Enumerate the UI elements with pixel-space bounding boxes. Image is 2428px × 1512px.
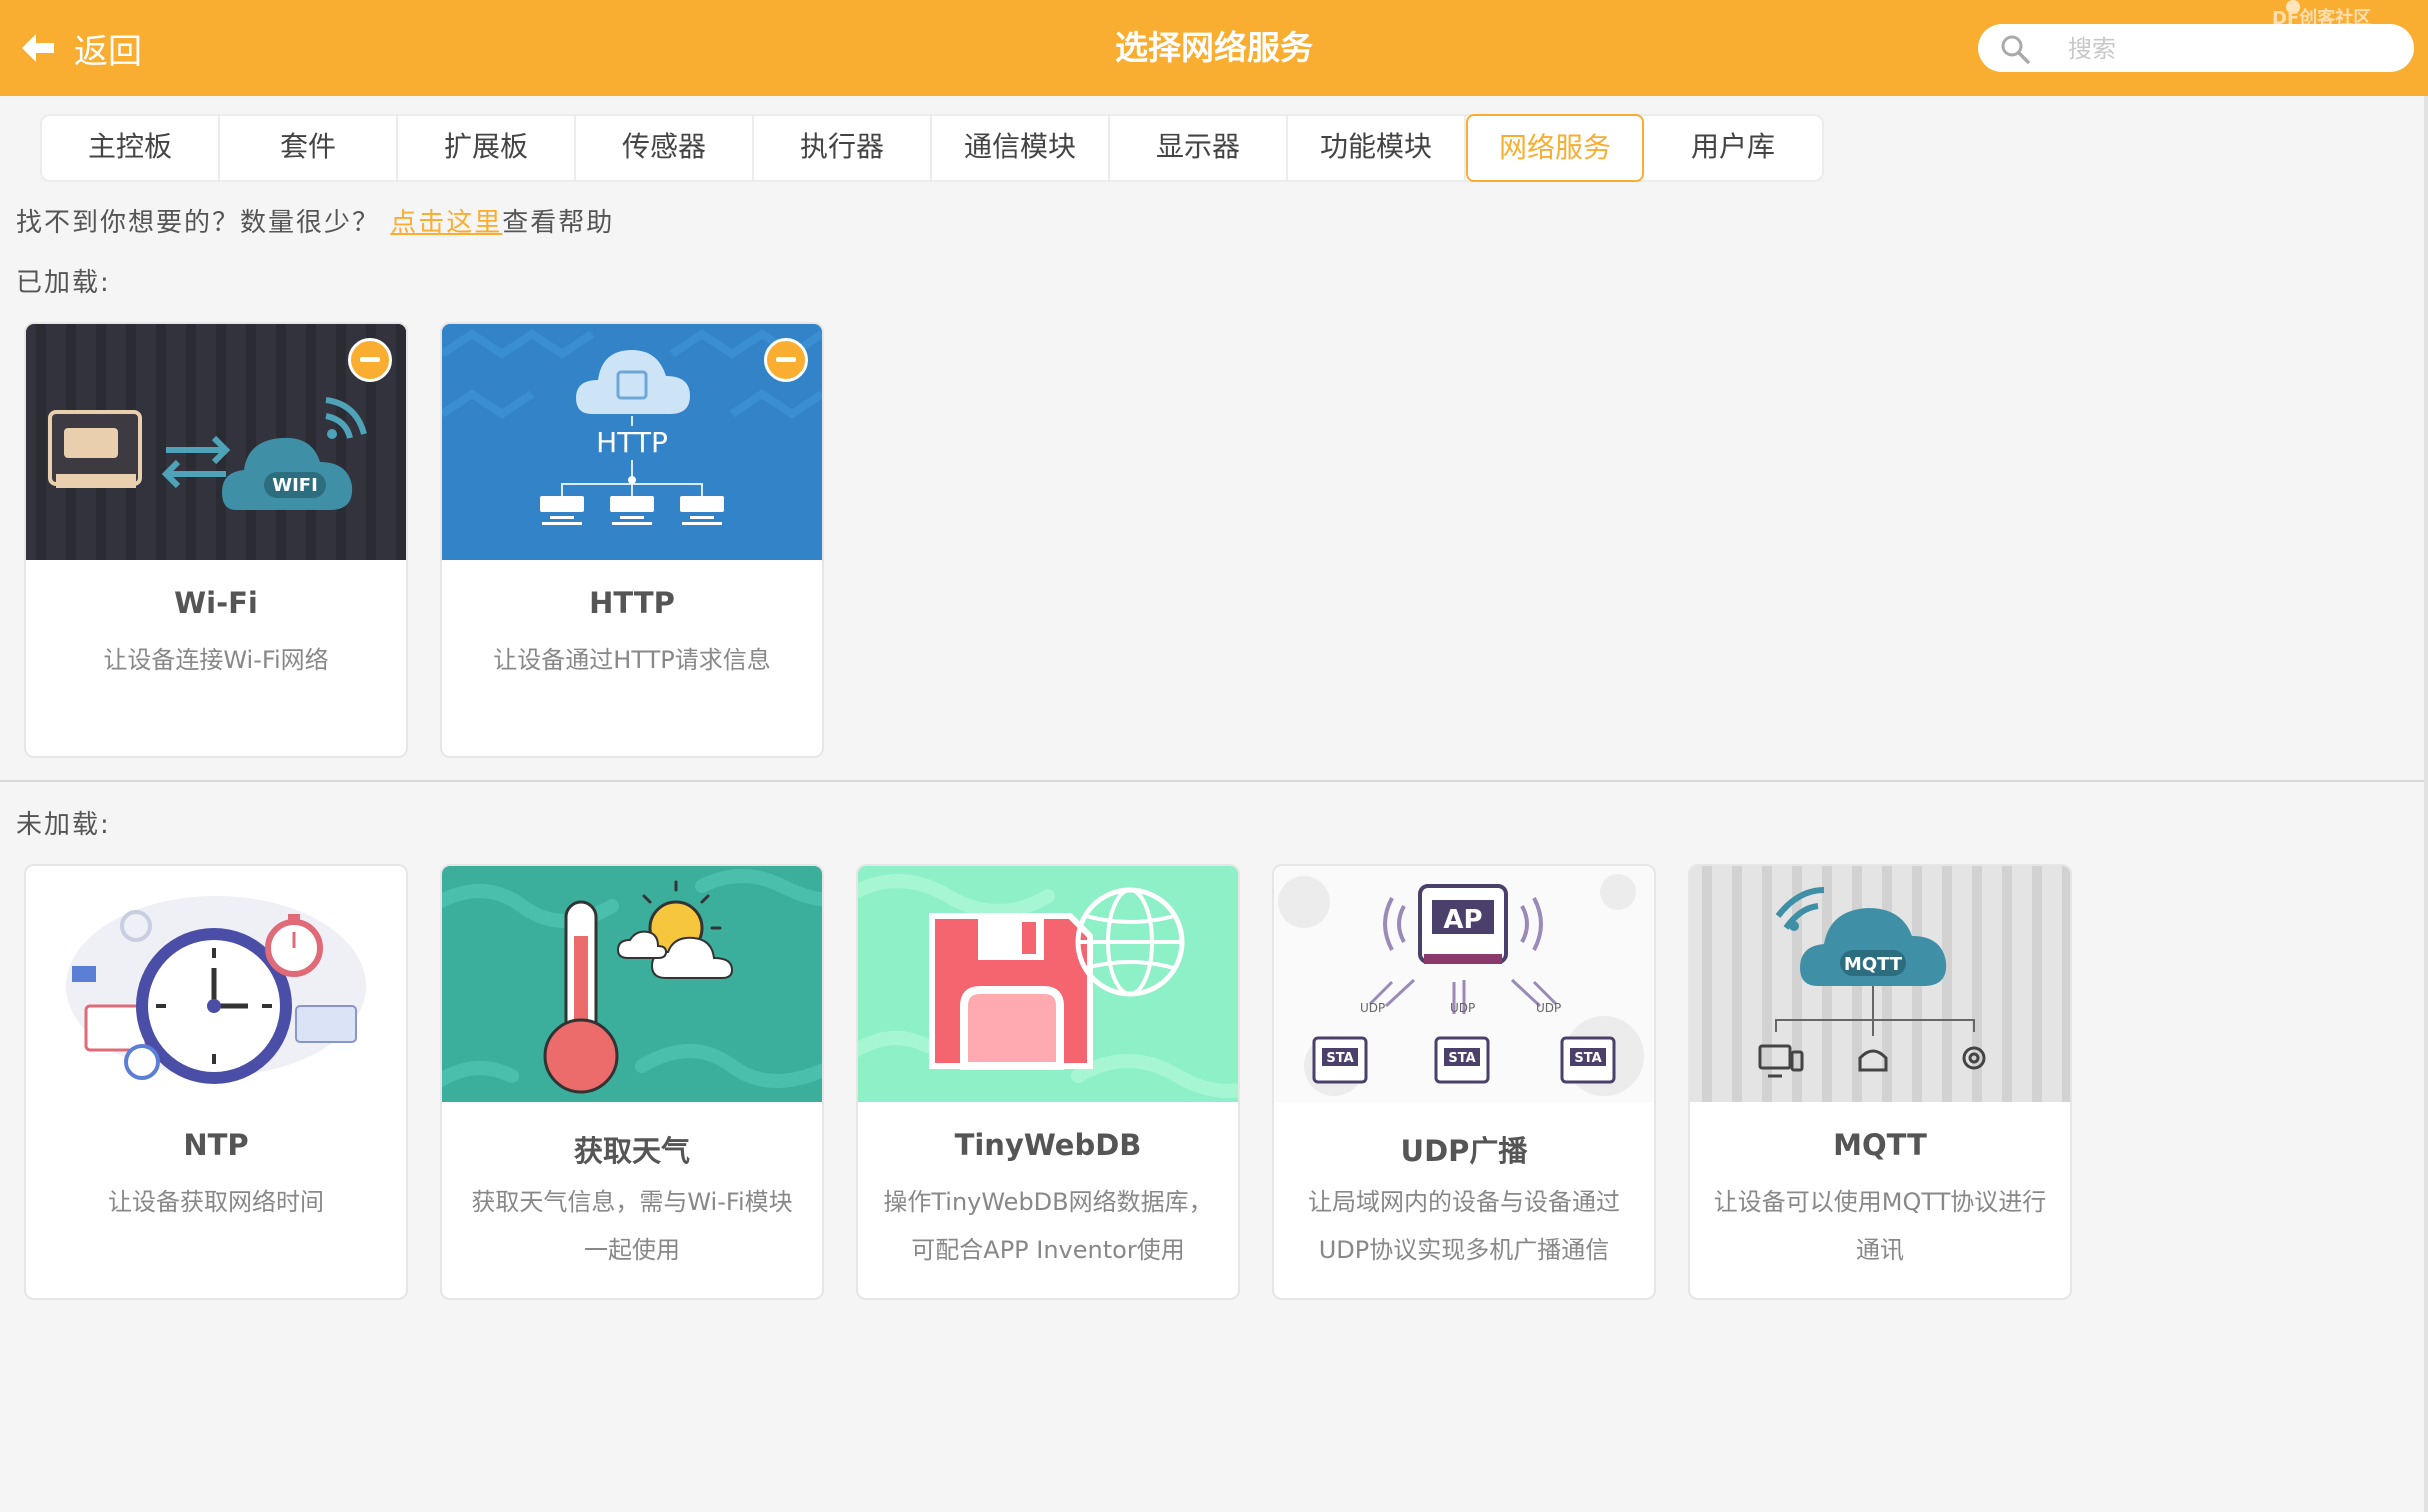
mqtt-cloud-illustration: MQTT xyxy=(1690,866,2070,1102)
remove-http-button[interactable] xyxy=(764,338,808,382)
wifi-image-label: WIFI xyxy=(272,475,318,496)
tab-actuators[interactable]: 执行器 xyxy=(754,116,932,180)
card-description: 让设备可以使用MQTT协议进行通讯 xyxy=(1713,1188,2047,1264)
card-name: Wi-Fi xyxy=(174,586,258,620)
card-tinywebdb[interactable]: TinyWebDB 操作TinyWebDB网络数据库，可配合APP Invent… xyxy=(856,864,1240,1300)
card-mqtt[interactable]: MQTT MQTT 让设备可以使用MQTT协议进行通讯 xyxy=(1688,864,2072,1300)
card-description: 让设备通过HTTP请求信息 xyxy=(493,646,771,674)
tab-network-services[interactable]: 网络服务 xyxy=(1466,114,1644,182)
tab-displays[interactable]: 显示器 xyxy=(1110,116,1288,180)
udp-broadcast-illustration: AP UDP UDP UDP STA STA STA xyxy=(1274,866,1654,1102)
tab-user-library[interactable]: 用户库 xyxy=(1644,116,1822,180)
card-description: 让设备获取网络时间 xyxy=(108,1188,324,1216)
unloaded-section-label: 未加载: xyxy=(16,810,111,840)
card-udp-broadcast[interactable]: AP UDP UDP UDP STA STA STA UDP广播 让局域网内的设… xyxy=(1272,864,1656,1300)
search-box xyxy=(1978,24,2414,72)
card-name: 获取天气 xyxy=(573,1134,690,1168)
udp-label-middle: UDP xyxy=(1450,1001,1475,1015)
help-text: 找不到你想要的？数量很少？ 点击这里查看帮助 xyxy=(16,202,614,239)
help-prefix: 找不到你想要的？数量很少？ xyxy=(16,208,381,238)
tab-main-board[interactable]: 主控板 xyxy=(42,116,220,180)
card-wifi[interactable]: WIFI Wi-Fi 让设备连接Wi-Fi网络 xyxy=(24,322,408,758)
remove-wifi-button[interactable] xyxy=(348,338,392,382)
tab-function-modules[interactable]: 功能模块 xyxy=(1288,116,1466,180)
card-description: 获取天气信息，需与Wi-Fi模块一起使用 xyxy=(471,1188,793,1264)
card-ntp[interactable]: NTP 让设备获取网络时间 xyxy=(24,864,408,1300)
udp-label-left: UDP xyxy=(1360,1001,1385,1015)
card-name: HTTP xyxy=(589,586,675,620)
card-name: TinyWebDB xyxy=(954,1128,1142,1162)
tab-expansion-board[interactable]: 扩展板 xyxy=(398,116,576,180)
sta-label-left: STA xyxy=(1326,1051,1353,1066)
card-name: MQTT xyxy=(1833,1128,1927,1162)
http-image-label: HTTP xyxy=(596,426,668,459)
udp-label-right: UDP xyxy=(1536,1001,1561,1015)
card-description: 让局域网内的设备与设备通过UDP协议实现多机广播通信 xyxy=(1308,1188,1620,1264)
card-name: NTP xyxy=(183,1128,249,1162)
thermometer-sun-illustration xyxy=(442,866,822,1102)
back-label: 返回 xyxy=(74,31,142,72)
search-input[interactable] xyxy=(2066,28,2390,70)
floppy-globe-illustration xyxy=(858,866,1238,1102)
tab-sensors[interactable]: 传感器 xyxy=(576,116,754,180)
card-weather[interactable]: 获取天气 获取天气信息，需与Wi-Fi模块一起使用 xyxy=(440,864,824,1300)
category-tabs: 主控板 套件 扩展板 传感器 执行器 通信模块 显示器 功能模块 网络服务 用户… xyxy=(40,114,1824,182)
loaded-section-label: 已加载: xyxy=(16,268,111,298)
help-suffix: 查看帮助 xyxy=(502,208,615,238)
ap-label: AP xyxy=(1443,905,1482,935)
help-link[interactable]: 点击这里 xyxy=(390,208,502,238)
back-button[interactable]: 返回 xyxy=(20,20,142,76)
card-name: UDP广播 xyxy=(1400,1134,1528,1168)
clock-illustration xyxy=(26,866,406,1102)
sta-label-middle: STA xyxy=(1448,1051,1475,1066)
window-edge xyxy=(2424,96,2428,1512)
card-description: 让设备连接Wi-Fi网络 xyxy=(103,646,329,674)
tab-communication[interactable]: 通信模块 xyxy=(932,116,1110,180)
tab-kits[interactable]: 套件 xyxy=(220,116,398,180)
top-bar: 返回 选择网络服务 DF创客社区 xyxy=(0,0,2428,96)
mqtt-image-label: MQTT xyxy=(1844,954,1903,975)
search-icon[interactable] xyxy=(2000,34,2030,64)
card-http[interactable]: HTTP HTTP 让设备通过HTTP请求信息 xyxy=(440,322,824,758)
section-divider xyxy=(0,780,2424,782)
sta-label-right: STA xyxy=(1574,1051,1601,1066)
card-description: 操作TinyWebDB网络数据库，可配合APP Inventor使用 xyxy=(883,1188,1213,1264)
back-arrow-icon xyxy=(22,34,54,62)
